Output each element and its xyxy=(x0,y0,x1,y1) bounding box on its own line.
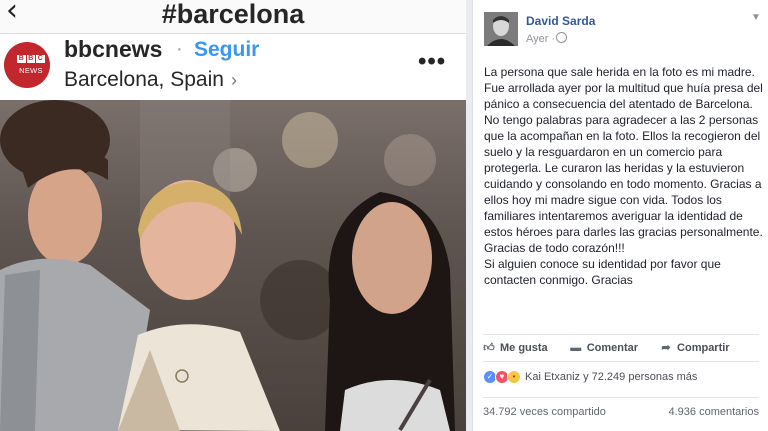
like-button[interactable]: 👍︎ Me gusta xyxy=(483,342,547,354)
thumbs-up-icon: 👍︎ xyxy=(483,342,495,354)
sad-reaction-icon: • xyxy=(507,370,521,384)
post-stats-footer: 34.792 veces compartido 4.936 comentario… xyxy=(483,397,759,419)
comments-count-link[interactable]: 4.936 comentarios xyxy=(669,406,760,418)
reactions-text: Kai Etxaniz y 72.249 personas más xyxy=(525,371,698,383)
share-button[interactable]: ➦ Compartir xyxy=(660,342,729,354)
post-header: B B C NEWS bbcnews · Seguir Barcelona, S… xyxy=(0,34,466,100)
comment-button[interactable]: ▬ Comentar xyxy=(570,342,638,354)
hashtag-title: #barcelona xyxy=(161,0,305,29)
shares-count-link[interactable]: 34.792 veces compartido xyxy=(483,406,606,418)
post-action-bar: 👍︎ Me gusta ▬ Comentar ➦ Compartir xyxy=(483,334,759,362)
author-name-link[interactable]: David Sarda xyxy=(526,14,595,28)
post-photo[interactable] xyxy=(0,100,466,431)
location-link[interactable]: Barcelona, Spain xyxy=(64,68,224,92)
reactions-summary[interactable]: ✓ ♥ • Kai Etxaniz y 72.249 personas más xyxy=(483,367,697,387)
bbc-logo-icon: B B C xyxy=(17,55,45,63)
post-timestamp[interactable]: Ayer · xyxy=(526,33,555,45)
follow-button[interactable]: Seguir xyxy=(194,38,259,62)
instagram-post-screenshot: ‹ #barcelona B B C NEWS bbcnews · Seguir… xyxy=(0,0,466,431)
post-options-chevron-icon[interactable]: ▼ xyxy=(751,12,761,23)
post-paragraph: La persona que sale herida en la foto es… xyxy=(484,65,763,255)
instagram-top-bar: ‹ #barcelona xyxy=(0,0,466,34)
facebook-post-screenshot: David Sarda Ayer · ▼ La persona que sale… xyxy=(472,0,768,431)
comment-bubble-icon: ▬ xyxy=(570,342,582,354)
photo-illustration xyxy=(0,100,455,431)
share-arrow-icon: ➦ xyxy=(661,342,671,354)
separator-dot: · xyxy=(176,38,183,60)
public-globe-icon xyxy=(556,32,567,43)
bbc-news-avatar[interactable]: B B C NEWS xyxy=(4,42,50,88)
author-photo-icon xyxy=(484,12,518,46)
username-link[interactable]: bbcnews xyxy=(64,36,162,63)
post-paragraph: Si alguien conoce su identidad por favor… xyxy=(484,257,721,287)
bbc-news-logo-text: NEWS xyxy=(19,66,43,75)
location-chevron-icon: › xyxy=(231,70,237,90)
author-avatar[interactable] xyxy=(484,12,518,46)
more-options-icon[interactable]: ••• xyxy=(418,48,446,76)
post-body: La persona que sale herida en la foto es… xyxy=(484,64,766,288)
